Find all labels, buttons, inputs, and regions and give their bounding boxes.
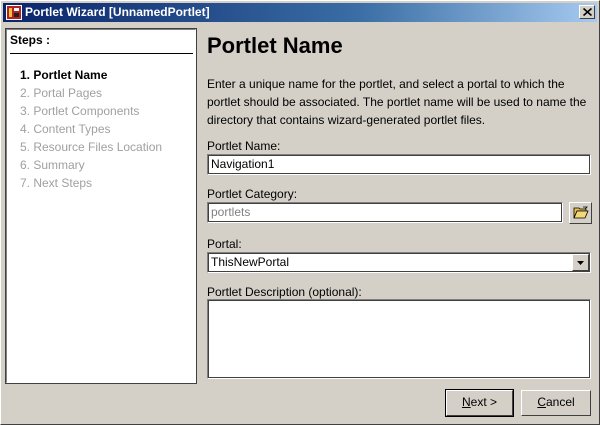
portlet-name-label: Portlet Name: bbox=[207, 139, 281, 153]
page-title: Portlet Name bbox=[207, 33, 343, 58]
steps-list: 1. Portlet Name 2. Portal Pages 3. Portl… bbox=[20, 66, 162, 192]
steps-title: Steps : bbox=[10, 33, 51, 47]
portal-dropdown-button[interactable] bbox=[572, 254, 589, 271]
folder-open-icon bbox=[573, 206, 589, 219]
portal-select-value: ThisNewPortal bbox=[211, 255, 290, 269]
portlet-name-input[interactable]: Navigation1 bbox=[207, 154, 591, 175]
cancel-label: ancel bbox=[545, 395, 575, 409]
step-item-next-steps: 7. Next Steps bbox=[20, 176, 93, 190]
steps-panel: Steps : 1. Portlet Name 2. Portal Pages … bbox=[5, 28, 197, 384]
next-label: ext > bbox=[470, 395, 498, 409]
portlet-category-input: portlets bbox=[207, 202, 563, 223]
window-title: Portlet Wizard [UnnamedPortlet] bbox=[25, 5, 210, 19]
close-icon bbox=[583, 8, 592, 16]
next-button[interactable]: Next > bbox=[445, 389, 514, 417]
portlet-description-textarea[interactable] bbox=[207, 299, 591, 379]
cancel-button[interactable]: Cancel bbox=[521, 390, 591, 416]
title-bar[interactable]: Portlet Wizard [UnnamedPortlet] bbox=[3, 3, 597, 22]
next-mnemonic: N bbox=[461, 395, 471, 409]
step-item-portlet-name: 1. Portlet Name bbox=[20, 68, 108, 82]
step-item-resource-files-location: 5. Resource Files Location bbox=[20, 140, 163, 154]
step-item-portal-pages: 2. Portal Pages bbox=[20, 86, 103, 100]
browse-category-button[interactable] bbox=[569, 202, 592, 224]
step-item-content-types: 4. Content Types bbox=[20, 122, 111, 136]
cancel-mnemonic: C bbox=[537, 395, 546, 409]
wizard-window: Portlet Wizard [UnnamedPortlet] Steps : … bbox=[0, 0, 600, 425]
step-item-portlet-components: 3. Portlet Components bbox=[20, 104, 140, 118]
app-icon bbox=[6, 5, 22, 20]
steps-divider bbox=[10, 53, 193, 54]
chevron-down-icon bbox=[577, 261, 584, 265]
page-description: Enter a unique name for the portlet, and… bbox=[207, 77, 587, 127]
step-item-summary: 6. Summary bbox=[20, 158, 85, 172]
close-button[interactable] bbox=[579, 5, 595, 19]
portlet-category-label: Portlet Category: bbox=[207, 187, 298, 201]
portal-select[interactable]: ThisNewPortal bbox=[207, 252, 591, 273]
portal-label: Portal: bbox=[207, 237, 242, 251]
portlet-description-label: Portlet Description (optional): bbox=[207, 285, 362, 299]
